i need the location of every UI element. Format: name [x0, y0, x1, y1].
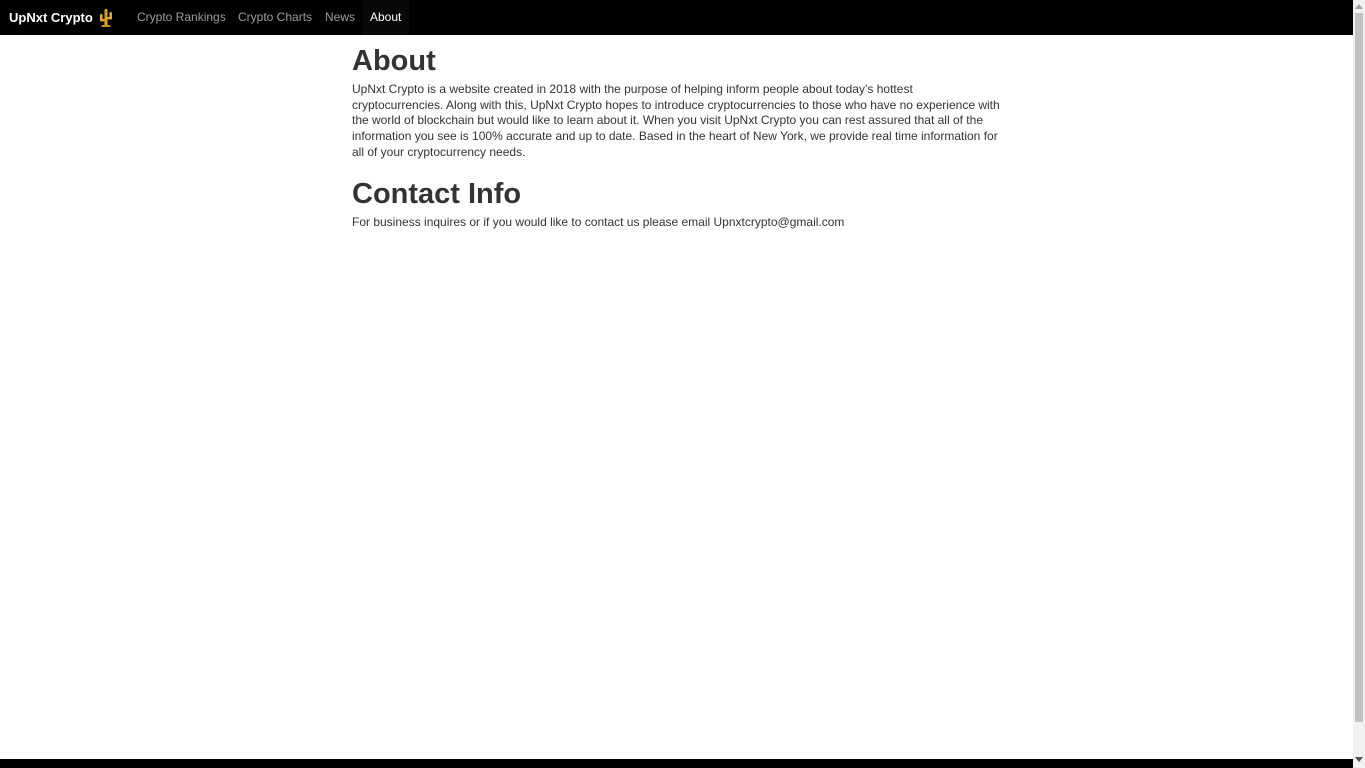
scroll-up-arrow-icon[interactable]	[1355, 4, 1363, 9]
top-navbar: UpNxt Crypto Crypto Rankings Crypto Char…	[0, 0, 1353, 35]
page: UpNxt Crypto Crypto Rankings Crypto Char…	[0, 0, 1353, 768]
main-content: About UpNxt Crypto is a website created …	[352, 43, 1002, 230]
footer-bar	[0, 759, 1353, 768]
brand-link[interactable]: UpNxt Crypto	[9, 0, 114, 35]
nav-crypto-charts[interactable]: Crypto Charts	[230, 0, 320, 35]
nav-news[interactable]: News	[317, 0, 363, 35]
contact-heading: Contact Info	[352, 177, 522, 210]
contact-paragraph: For business inquires or if you would li…	[352, 214, 845, 229]
about-section: About UpNxt Crypto is a website created …	[352, 43, 1002, 161]
brand-name: UpNxt Crypto	[9, 10, 93, 25]
scrollbar-thumb[interactable]	[1355, 13, 1363, 722]
contact-section: Contact Info For business inquires or if…	[352, 176, 1002, 231]
nav-about[interactable]: About	[362, 0, 409, 35]
vertical-scrollbar[interactable]	[1353, 0, 1365, 768]
about-heading: About	[352, 45, 436, 77]
scroll-down-arrow-icon[interactable]	[1355, 757, 1363, 762]
cactus-logo-icon	[99, 8, 112, 27]
nav-crypto-rankings[interactable]: Crypto Rankings	[129, 0, 234, 35]
browser-viewport: UpNxt Crypto Crypto Rankings Crypto Char…	[0, 0, 1365, 768]
about-paragraph: UpNxt Crypto is a website created in 201…	[352, 82, 1000, 159]
